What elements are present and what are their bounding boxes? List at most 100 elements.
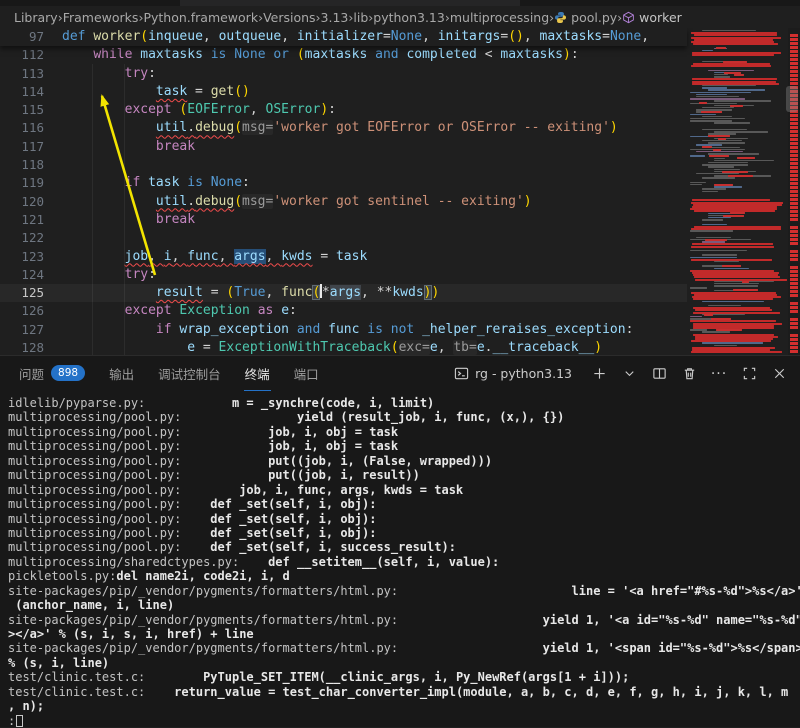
- maximize-panel-button[interactable]: [738, 363, 760, 385]
- line-number: 113: [0, 65, 44, 83]
- terminal-row: multiprocessing/pool.py: def _set(self, …: [8, 512, 800, 526]
- ellipsis-icon: ···: [711, 366, 727, 382]
- code-text: try:: [44, 65, 156, 83]
- line-number: 126: [0, 302, 44, 320]
- code-text: task = get(): [44, 83, 250, 101]
- terminal-row: site-packages/pip/_vendor/pygments/forma…: [8, 613, 800, 627]
- line-number: 122: [0, 229, 44, 247]
- code-text: [44, 229, 62, 247]
- code-line-126[interactable]: 126 except Exception as e:: [0, 302, 687, 320]
- code-line-120[interactable]: 120 util.debug(msg='worker got sentinel …: [0, 193, 687, 211]
- code-text: if task is None:: [44, 174, 250, 192]
- terminal-row: multiprocessing/pool.py: def _set(self, …: [8, 540, 800, 554]
- code-line-127[interactable]: 127 if wrap_exception and func is not _h…: [0, 321, 687, 339]
- code-line-116[interactable]: 116 util.debug(msg='worker got EOFError …: [0, 119, 687, 137]
- panel-tab-label: 问题: [19, 364, 44, 383]
- panel-tab-label: 端口: [294, 364, 319, 383]
- code-line-125[interactable]: 125 result = (True, func(*args, **kwds)): [0, 284, 687, 302]
- breadcrumb-item-worker[interactable]: worker: [622, 10, 682, 25]
- code-editor[interactable]: 97def worker(inqueue, outqueue, initiali…: [0, 28, 800, 355]
- code-text: break: [44, 211, 195, 229]
- pager-prompt: :: [8, 714, 800, 728]
- code-line-114[interactable]: 114 task = get(): [0, 83, 687, 101]
- close-panel-button[interactable]: [768, 363, 790, 385]
- code-line-128[interactable]: 128 e = ExceptionWithTraceback(exc=e, tb…: [0, 339, 687, 355]
- panel-tab-label: 终端: [245, 364, 270, 383]
- breadcrumb-item-multiprocessing[interactable]: multiprocessing: [450, 10, 549, 25]
- panel-tab-terminal[interactable]: 终端: [244, 356, 271, 391]
- panel-tab-ports[interactable]: 端口: [293, 356, 320, 391]
- code-text: job, i, func, args, kwds = task: [44, 248, 367, 266]
- line-number: 125: [0, 284, 44, 302]
- line-number: 114: [0, 83, 44, 101]
- code-text: break: [44, 138, 195, 156]
- terminal-row: multiprocessing/pool.py: def _set(self, …: [8, 497, 800, 511]
- line-number: 118: [0, 156, 44, 174]
- breadcrumb-item-pool-py[interactable]: pool.py: [554, 10, 617, 25]
- code-line-124[interactable]: 124 try:: [0, 266, 687, 284]
- code-text: [44, 156, 62, 174]
- close-icon: [772, 366, 787, 381]
- code-line-119[interactable]: 119 if task is None:: [0, 174, 687, 192]
- terminal-row: , n);: [8, 699, 800, 713]
- line-number: 124: [0, 266, 44, 284]
- terminal-row: multiprocessing/pool.py: def _set(self, …: [8, 526, 800, 540]
- editor-scrollbar-thumb[interactable]: [786, 86, 798, 112]
- split-icon: [652, 366, 667, 381]
- code-text: try:: [44, 266, 156, 284]
- code-line-115[interactable]: 115 except (EOFError, OSError):: [0, 101, 687, 119]
- code-line-118[interactable]: 118: [0, 156, 687, 174]
- breadcrumb-item-lib[interactable]: lib: [353, 10, 368, 25]
- new-terminal-button[interactable]: [588, 363, 610, 385]
- code-text: e = ExceptionWithTraceback(exc=e, tb=e._…: [44, 339, 602, 355]
- code-text: except Exception as e:: [44, 302, 297, 320]
- terminal-row: site-packages/pip/_vendor/pygments/forma…: [8, 584, 800, 598]
- code-text: result = (True, func(*args, **kwds)): [44, 284, 439, 302]
- terminal-icon: [454, 366, 469, 381]
- breadcrumb-item-python3-13[interactable]: python3.13: [373, 10, 445, 25]
- code-text: def worker(inqueue, outqueue, initialize…: [44, 28, 649, 46]
- bottom-panel: 问题 898 输出调试控制台 终端 端口 rg - python3.13 ··· idl…: [0, 355, 800, 727]
- code-line-121[interactable]: 121 break: [0, 211, 687, 229]
- kill-terminal-button[interactable]: [678, 363, 700, 385]
- more-actions-button[interactable]: ···: [708, 363, 730, 385]
- code-line-113[interactable]: 113 try:: [0, 65, 687, 83]
- line-number: 117: [0, 138, 44, 156]
- line-number: 120: [0, 193, 44, 211]
- breadcrumb-item-frameworks[interactable]: Frameworks: [63, 10, 139, 25]
- terminal-row: pickletools.py:del name2i, code2i, i, d: [8, 569, 800, 583]
- code-text: if wrap_exception and func is not _helpe…: [44, 321, 633, 339]
- split-terminal-button[interactable]: [648, 363, 670, 385]
- overview-ruler: [788, 28, 800, 355]
- terminal-row: multiprocessing/pool.py: job, i, func, a…: [8, 483, 800, 497]
- terminal-tab-title[interactable]: rg - python3.13: [454, 366, 572, 381]
- breadcrumb-item-library[interactable]: Library: [14, 10, 58, 25]
- breadcrumb: Library›Frameworks›Python.framework›Vers…: [0, 6, 800, 28]
- terminal-row: idlelib/pyparse.py: m = _synchre(code, i…: [8, 396, 800, 410]
- panel-tab-output[interactable]: 输出: [108, 356, 135, 391]
- code-text: while maxtasks is None or (maxtasks and …: [44, 46, 579, 64]
- code-line-112[interactable]: 112 while maxtasks is None or (maxtasks …: [0, 46, 687, 64]
- code-line-123[interactable]: 123 job, i, func, args, kwds = task: [0, 248, 687, 266]
- code-text: util.debug(msg='worker got sentinel -- e…: [44, 193, 532, 211]
- chevron-down-icon: [622, 366, 637, 381]
- breadcrumb-item-3-13[interactable]: 3.13: [321, 10, 349, 25]
- terminal-output[interactable]: idlelib/pyparse.py: m = _synchre(code, i…: [0, 396, 800, 728]
- code-line-117[interactable]: 117 break: [0, 138, 687, 156]
- line-number: 112: [0, 46, 44, 64]
- terminal-row: site-packages/pip/_vendor/pygments/forma…: [8, 641, 800, 655]
- panel-tab-problems[interactable]: 问题 898: [18, 356, 86, 391]
- sticky-scroll-line[interactable]: 97def worker(inqueue, outqueue, initiali…: [0, 28, 687, 46]
- breadcrumb-item-python-framework[interactable]: Python.framework: [143, 10, 258, 25]
- python-icon: [554, 11, 567, 24]
- panel-tab-debug-console[interactable]: 调试控制台: [157, 356, 222, 391]
- problems-count-badge: 898: [51, 365, 85, 381]
- terminal-cursor: [16, 715, 23, 727]
- code-line-122[interactable]: 122: [0, 229, 687, 247]
- code-text: except (EOFError, OSError):: [44, 101, 336, 119]
- line-number: 128: [0, 339, 44, 355]
- launch-profile-dropdown-button[interactable]: [618, 363, 640, 385]
- breadcrumb-item-versions[interactable]: Versions: [263, 10, 315, 25]
- terminal-row: multiprocessing/pool.py: yield (result_j…: [8, 410, 800, 424]
- minimap[interactable]: [687, 28, 787, 355]
